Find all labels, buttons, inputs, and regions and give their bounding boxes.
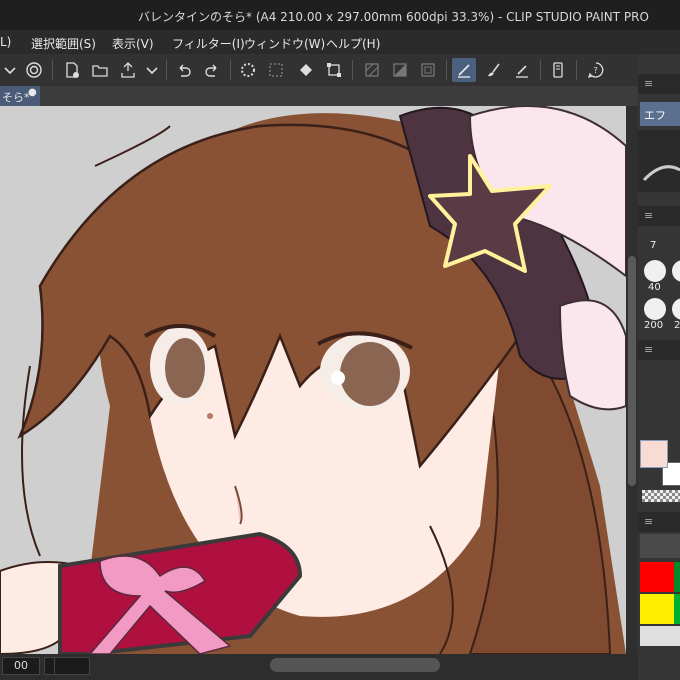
- chevron-down-icon[interactable]: [140, 58, 164, 82]
- toolbar-divider: [52, 60, 53, 80]
- brush-stroke-preview[interactable]: [638, 130, 680, 192]
- ruler-pen-icon[interactable]: [452, 58, 476, 82]
- tab-modified-icon[interactable]: ●: [28, 87, 37, 98]
- phone-icon[interactable]: [546, 58, 570, 82]
- svg-text:?: ?: [594, 66, 598, 75]
- subtool-airbrush[interactable]: エフ: [640, 102, 680, 126]
- document-tab[interactable]: そら* ●: [0, 86, 40, 106]
- brush-size-panel-header: ≡: [638, 206, 680, 226]
- palette-color-light-gray[interactable]: [640, 626, 674, 646]
- horizontal-scroll-thumb[interactable]: [270, 658, 440, 672]
- illustration: [0, 106, 626, 654]
- undo-icon[interactable]: [172, 58, 196, 82]
- menu-item-window[interactable]: ウィンドウ(W): [244, 35, 325, 52]
- main-color-swatch[interactable]: [640, 440, 668, 468]
- command-bar: ?: [0, 54, 640, 87]
- brush-size-200[interactable]: 200: [644, 320, 663, 331]
- palette-toolbar: [640, 534, 680, 558]
- loading-icon[interactable]: [236, 58, 260, 82]
- iris-left: [165, 338, 205, 398]
- tool-property-header: ≡: [638, 340, 680, 360]
- transparent-color-swatch[interactable]: [642, 490, 680, 502]
- menu-item-view[interactable]: 表示(V): [112, 35, 154, 52]
- hatch-icon[interactable]: [360, 58, 384, 82]
- pen-icon[interactable]: [510, 58, 534, 82]
- color-palette-header: ≡: [638, 512, 680, 532]
- title-bar: バレンタインのそら* (A4 210.00 x 297.00mm 600dpi …: [0, 0, 680, 30]
- menu-item-filter[interactable]: フィルター(I): [172, 35, 245, 52]
- brush-size-dot[interactable]: [644, 298, 666, 320]
- stroke-preview-icon: [642, 165, 680, 182]
- subtool-label: エフ: [644, 109, 666, 122]
- help-icon[interactable]: ?: [584, 58, 608, 82]
- palette-color-yellow[interactable]: [640, 594, 674, 624]
- chevron-down-icon[interactable]: [0, 58, 22, 82]
- palette-color-red[interactable]: [640, 562, 674, 592]
- brush-icon[interactable]: [482, 58, 506, 82]
- menu-icon[interactable]: ≡: [644, 209, 653, 222]
- palette-color-green-2[interactable]: [674, 594, 680, 624]
- menu-item-help[interactable]: ヘルプ(H): [326, 35, 380, 52]
- toolbar-divider: [576, 60, 577, 80]
- export-icon[interactable]: [116, 58, 140, 82]
- vertical-scroll-thumb[interactable]: [628, 256, 636, 486]
- new-file-icon[interactable]: [60, 58, 84, 82]
- toolbar-divider: [230, 60, 231, 80]
- bow-light-lower: [558, 299, 626, 411]
- toolbar-divider: [166, 60, 167, 80]
- zoom-field[interactable]: 00: [2, 657, 40, 675]
- eye-highlight: [331, 371, 345, 385]
- palette-color-light-gray-2[interactable]: [674, 626, 680, 646]
- subtool-panel-header: ≡: [638, 74, 680, 94]
- selection-icon[interactable]: [264, 58, 288, 82]
- window-title: バレンタインのそら* (A4 210.00 x 297.00mm 600dpi …: [138, 10, 649, 24]
- brush-size-dot[interactable]: [672, 298, 680, 320]
- toolbar-divider: [540, 60, 541, 80]
- menu-item-edit[interactable]: L): [0, 35, 11, 49]
- brush-size-2[interactable]: 2: [674, 320, 680, 331]
- zoom-slider[interactable]: [54, 657, 90, 675]
- fill-icon[interactable]: [294, 58, 318, 82]
- document-tab-label: そら*: [2, 91, 30, 104]
- transform-icon[interactable]: [322, 58, 346, 82]
- brush-size-dot[interactable]: [672, 260, 680, 282]
- frame-icon[interactable]: [416, 58, 440, 82]
- palette-color-green[interactable]: [674, 562, 680, 592]
- menu-icon[interactable]: ≡: [644, 343, 653, 356]
- vertical-scrollbar[interactable]: [626, 106, 638, 654]
- menu-icon[interactable]: ≡: [644, 77, 653, 90]
- redo-icon[interactable]: [200, 58, 224, 82]
- document-tab-bar: そら* ●: [0, 86, 640, 106]
- toolbar-divider: [352, 60, 353, 80]
- nose: [207, 413, 213, 419]
- brush-size-7[interactable]: 7: [650, 240, 656, 251]
- tone-icon[interactable]: [388, 58, 412, 82]
- toolbar-divider: [446, 60, 447, 80]
- brush-size-dot[interactable]: [644, 260, 666, 282]
- iris-right: [340, 342, 400, 406]
- menu-icon[interactable]: ≡: [644, 515, 653, 528]
- spiral-icon[interactable]: [22, 58, 46, 82]
- brush-size-40[interactable]: 40: [648, 282, 661, 293]
- drawing-canvas[interactable]: [0, 106, 626, 654]
- status-bar: 00: [0, 654, 640, 680]
- menu-item-selection[interactable]: 選択範囲(S): [31, 35, 96, 52]
- open-folder-icon[interactable]: [88, 58, 112, 82]
- menu-bar: L) 選択範囲(S) 表示(V) フィルター(I) ウィンドウ(W) ヘルプ(H…: [0, 30, 680, 54]
